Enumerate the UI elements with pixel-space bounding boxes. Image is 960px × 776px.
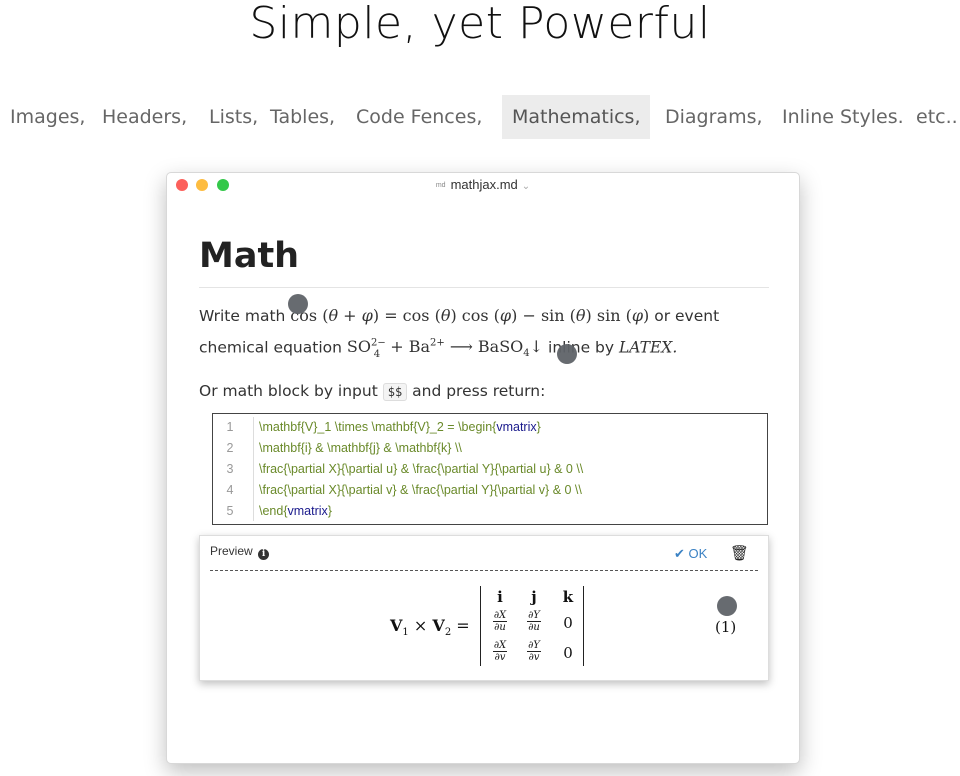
document-content[interactable]: Math Write math cos (θ + φ) = cos (θ) co… — [199, 231, 769, 406]
matrix-cell: k — [562, 588, 574, 606]
window-titlebar: md mathjax.md ⌄ — [167, 173, 799, 199]
equation-number: (1) — [715, 618, 737, 636]
matrix-cell: i — [497, 588, 503, 606]
inline-math-trig[interactable]: cos (θ + φ) = cos (θ) cos (φ) − sin (θ) … — [290, 306, 649, 325]
matrix-cell: ∂X ∂v — [492, 640, 508, 663]
math-preview-panel: Preview i ✔ OK 🗑 V1 × V2 = i j k ∂X ∂u ∂Y… — [199, 535, 769, 681]
chevron-down-icon: ⌄ — [521, 181, 531, 192]
code-line: 1 \mathbf{V}_1 \times \mathbf{V}_2 = \beg… — [213, 417, 767, 438]
matrix-cell: ∂X ∂u — [492, 610, 508, 633]
code-line: 5 \end{vmatrix} — [213, 501, 767, 522]
latex-logo: LATEX. — [619, 338, 678, 357]
matrix-cell: j — [531, 588, 537, 606]
preview-label: Preview i — [210, 544, 270, 560]
code-text: \mathbf{V}_1 \times \mathbf{V}_2 = \begi… — [259, 420, 497, 434]
feature-inline-styles[interactable]: Inline Styles. — [772, 95, 914, 139]
ok-button[interactable]: ✔ OK — [674, 546, 707, 562]
feature-tables[interactable]: Tables, — [260, 95, 345, 139]
doc-heading: Math — [199, 231, 769, 288]
code-text: \mathbf{i} & \mathbf{j} & \mathbf{k} \\ — [259, 441, 462, 455]
feature-list: Images, Headers, Lists, Tables, Code Fen… — [0, 95, 960, 139]
feature-images[interactable]: Images, — [0, 95, 95, 139]
text: Write math — [199, 307, 286, 325]
feature-lists[interactable]: Lists, — [199, 95, 268, 139]
code-line: 2 \mathbf{i} & \mathbf{j} & \mathbf{k} \\ — [213, 438, 767, 459]
markdown-file-icon: md — [435, 182, 446, 189]
code-text: \frac{\partial X}{\partial u} & \frac{\p… — [259, 462, 584, 476]
code-line: 3 \frac{\partial X}{\partial u} & \frac{\… — [213, 459, 767, 480]
filename: mathjax.md — [450, 177, 518, 192]
line-number: 3 — [226, 462, 234, 476]
text: and press return: — [412, 381, 546, 400]
line-number: 4 — [226, 483, 234, 497]
editor-window: md mathjax.md ⌄ Math Write math cos (θ + φ… — [166, 172, 800, 764]
window-title[interactable]: md mathjax.md ⌄ — [167, 177, 799, 192]
info-circle-icon[interactable]: i — [258, 549, 270, 560]
page-headline: Simple, yet Powerful — [249, 0, 711, 49]
inline-code: $$ — [382, 382, 408, 401]
inline-math-chemistry[interactable]: SO2−4 + Ba2+ ⟶ BaSO4↓ — [347, 337, 543, 359]
code-keyword: vmatrix — [496, 420, 537, 434]
feature-diagrams[interactable]: Diagrams, — [655, 95, 773, 139]
text: Or math block by input — [199, 381, 378, 400]
feature-code-fences[interactable]: Code Fences, — [346, 95, 492, 139]
math-source-editor[interactable]: 1 \mathbf{V}_1 \times \mathbf{V}_2 = \beg… — [212, 413, 768, 525]
matrix-cell: ∂Y ∂u — [527, 610, 541, 633]
paragraph-math: Write math cos (θ + φ) = cos (θ) cos (φ)… — [199, 302, 769, 368]
feature-mathematics[interactable]: Mathematics, — [502, 95, 651, 139]
code-text: \frac{\partial X}{\partial v} & \frac{\p… — [259, 483, 582, 497]
determinant-matrix: i j k ∂X ∂u ∂Y ∂u 0 ∂X ∂v ∂Y ∂v 0 — [480, 586, 584, 666]
trash-icon[interactable]: 🗑 — [730, 544, 749, 562]
touch-indicator — [717, 596, 737, 616]
feature-etc[interactable]: etc.. — [906, 95, 960, 139]
touch-indicator — [288, 294, 308, 314]
matrix-cell: 0 — [563, 644, 573, 662]
text: chemical equation — [199, 338, 342, 357]
line-number: 5 — [226, 504, 234, 518]
equation-lhs: V1 × V2 = — [390, 616, 470, 639]
matrix-cell: 0 — [563, 614, 573, 632]
paragraph-math-block: Or math block by input $$ and press retu… — [199, 378, 769, 406]
line-number: 2 — [226, 441, 234, 455]
ok-label: OK — [688, 546, 708, 561]
line-number: 1 — [226, 420, 234, 434]
text: or event — [654, 307, 720, 325]
feature-headers[interactable]: Headers, — [92, 95, 197, 139]
code-keyword: vmatrix — [287, 504, 328, 518]
preview-divider — [210, 570, 758, 571]
code-text: } — [327, 504, 332, 518]
code-text: \end{ — [259, 504, 288, 518]
code-line: 4 \frac{\partial X}{\partial v} & \frac{\… — [213, 480, 767, 501]
matrix-cell: ∂Y ∂v — [527, 640, 541, 663]
checkmark-icon: ✔ — [674, 546, 685, 561]
code-text: } — [536, 420, 541, 434]
touch-indicator — [557, 344, 577, 364]
